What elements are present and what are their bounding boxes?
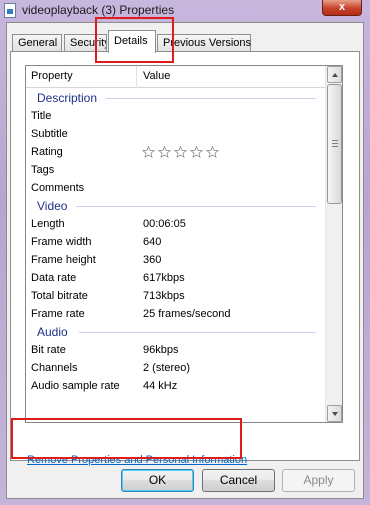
tab-general[interactable]: General <box>12 34 62 52</box>
group-header-audio: Audio <box>26 323 326 341</box>
remove-properties-link[interactable]: Remove Properties and Personal Informati… <box>27 454 247 466</box>
vertical-scrollbar[interactable] <box>325 66 342 422</box>
list-item[interactable]: Frame width 640 <box>26 233 326 251</box>
list-item[interactable]: Comments <box>26 179 326 197</box>
tab-security[interactable]: Security <box>64 34 107 52</box>
property-name: Frame height <box>31 254 96 266</box>
property-list[interactable]: Property Value Description Title Subtitl… <box>25 65 343 423</box>
list-item[interactable]: Channels 2 (stereo) <box>26 359 326 377</box>
property-value: 617kbps <box>143 272 185 284</box>
group-divider <box>106 98 316 99</box>
star-icon[interactable] <box>189 146 204 158</box>
group-title: Video <box>37 199 68 213</box>
group-header-description: Description <box>26 89 326 107</box>
list-item[interactable]: Rating <box>26 143 326 161</box>
title-bar[interactable]: videoplayback (3) Properties x <box>0 0 370 22</box>
rating-stars[interactable] <box>141 146 221 158</box>
grip-line <box>332 140 338 141</box>
list-item[interactable]: Frame height 360 <box>26 251 326 269</box>
scroll-thumb[interactable] <box>327 84 342 204</box>
property-value: 640 <box>143 236 162 248</box>
star-icon[interactable] <box>157 146 172 158</box>
property-name: Comments <box>31 182 85 194</box>
grip-line <box>332 143 338 144</box>
property-name: Tags <box>31 164 55 176</box>
tab-previous-versions[interactable]: Previous Versions <box>157 34 251 52</box>
property-name: Frame rate <box>31 308 85 320</box>
property-value: 44 kHz <box>143 380 178 392</box>
tab-details[interactable]: Details <box>108 30 156 53</box>
property-value: 360 <box>143 254 162 266</box>
property-name: Data rate <box>31 272 77 284</box>
list-item[interactable]: Tags <box>26 161 326 179</box>
property-name: Bit rate <box>31 344 66 356</box>
property-name: Total bitrate <box>31 290 88 302</box>
property-name: Title <box>31 110 52 122</box>
list-item[interactable]: Title <box>26 107 326 125</box>
star-icon[interactable] <box>173 146 188 158</box>
group-divider <box>76 206 316 207</box>
dialog-body: General Security Details Previous Versio… <box>6 22 364 499</box>
list-item[interactable]: Frame rate 25 frames/second <box>26 305 326 323</box>
group-title: Description <box>37 91 98 105</box>
tab-strip: General Security Details Previous Versio… <box>10 30 360 53</box>
scroll-down-icon[interactable] <box>327 405 342 422</box>
column-header-value[interactable]: Value <box>143 70 170 82</box>
ok-button[interactable]: OK <box>121 469 194 492</box>
property-name: Frame width <box>31 236 92 248</box>
list-item[interactable]: Audio sample rate 44 kHz <box>26 377 326 395</box>
group-divider <box>79 332 316 333</box>
property-value: 713kbps <box>143 290 185 302</box>
close-icon: x <box>338 1 346 13</box>
list-item[interactable]: Length 00:06:05 <box>26 215 326 233</box>
property-name: Subtitle <box>31 128 68 140</box>
list-item[interactable]: Total bitrate 713kbps <box>26 287 326 305</box>
list-header: Property Value <box>26 66 326 88</box>
property-value: 25 frames/second <box>143 308 231 320</box>
details-panel: Property Value Description Title Subtitl… <box>10 51 360 466</box>
star-icon[interactable] <box>141 146 156 158</box>
property-name: Length <box>31 218 65 230</box>
group-header-video: Video <box>26 197 326 215</box>
list-item[interactable]: Subtitle <box>26 125 326 143</box>
window-frame: videoplayback (3) Properties x General S… <box>0 0 370 505</box>
property-name: Rating <box>31 146 63 158</box>
property-name: Audio sample rate <box>31 380 120 392</box>
window-title: videoplayback (3) Properties <box>22 3 175 17</box>
property-name: Channels <box>31 362 78 374</box>
list-item[interactable]: Data rate 617kbps <box>26 269 326 287</box>
property-rows: Description Title Subtitle Rating Tags C… <box>26 89 326 395</box>
close-button[interactable]: x <box>322 0 362 16</box>
column-header-property[interactable]: Property <box>31 70 73 82</box>
group-title: Audio <box>37 325 68 339</box>
video-file-icon <box>4 3 16 18</box>
property-value: 96kbps <box>143 344 179 356</box>
list-item[interactable]: Bit rate 96kbps <box>26 341 326 359</box>
column-divider[interactable] <box>136 66 137 88</box>
star-icon[interactable] <box>205 146 220 158</box>
apply-button[interactable]: Apply <box>282 469 355 492</box>
cancel-button[interactable]: Cancel <box>202 469 275 492</box>
property-value: 00:06:05 <box>143 218 186 230</box>
grip-line <box>332 146 338 147</box>
scroll-up-icon[interactable] <box>327 66 342 83</box>
property-value: 2 (stereo) <box>143 362 191 374</box>
